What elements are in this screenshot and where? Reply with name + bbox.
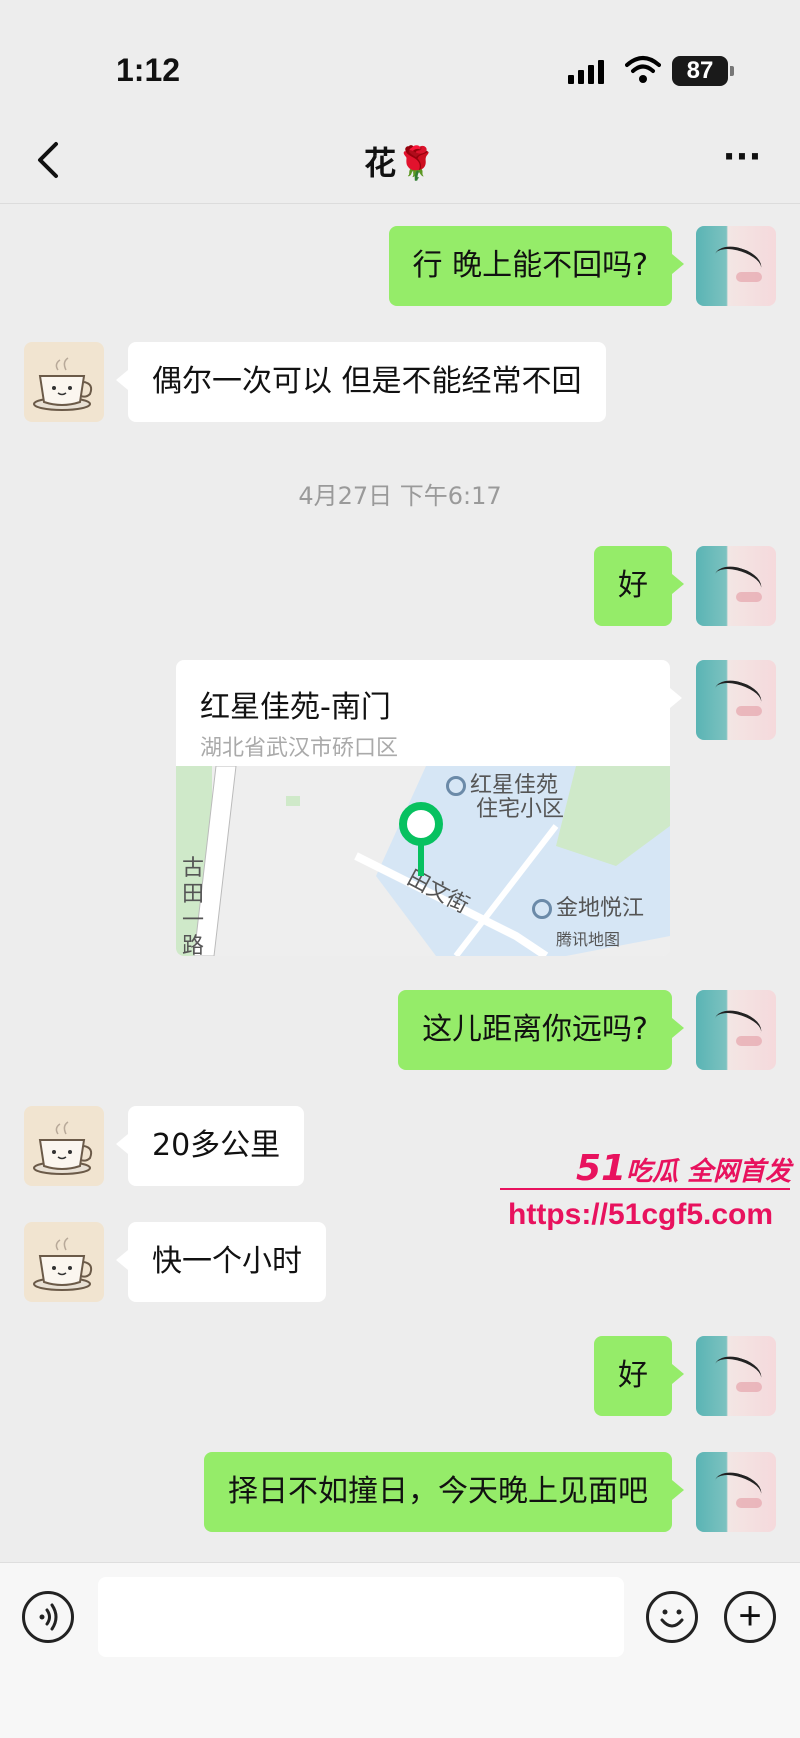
status-time: 1:12 xyxy=(116,52,181,88)
voice-waves-icon xyxy=(39,1603,58,1631)
watermark-divider xyxy=(500,1188,790,1190)
map-poi2-label: 金地悦江 xyxy=(532,890,644,922)
contact-avatar[interactable] xyxy=(24,1106,104,1186)
voice-icon[interactable] xyxy=(22,1591,74,1643)
battery-indicator: 87 xyxy=(672,56,734,86)
status-bar: 1:12 87 xyxy=(0,0,800,120)
message-bubble[interactable]: 偶尔一次可以 但是不能经常不回 xyxy=(116,342,606,422)
chat-header: 花🌹 ··· xyxy=(0,120,800,204)
message-bubble[interactable]: 这儿距离你远吗? xyxy=(398,990,684,1070)
watermark-tagline: 吃瓜 全网首发 xyxy=(626,1157,792,1187)
location-title: 红星佳苑-南门 xyxy=(200,690,391,725)
my-avatar[interactable] xyxy=(696,1452,776,1532)
smiley-face-icon xyxy=(660,1609,684,1628)
message-row: 快一个小时 xyxy=(0,1222,800,1304)
teacup-icon xyxy=(33,1121,93,1175)
emoji-icon[interactable] xyxy=(646,1591,698,1643)
plus-icon[interactable]: + xyxy=(724,1591,776,1643)
wifi-icon xyxy=(625,56,661,83)
message-row: 这儿距离你远吗? xyxy=(0,990,800,1072)
map-pin-icon xyxy=(399,802,443,876)
more-dots-icon[interactable]: ··· xyxy=(720,140,764,174)
message-row: 好 xyxy=(0,546,800,628)
message-row: 择日不如撞日，今天晚上见面吧 xyxy=(0,1452,800,1534)
my-avatar[interactable] xyxy=(696,546,776,626)
watermark-brand: 51吃瓜 全网首发 xyxy=(576,1148,791,1189)
poi-icon xyxy=(446,776,466,796)
map-preview[interactable]: 红星佳苑 住宅小区 田文街 古田一路 金地悦江 腾讯地图 xyxy=(176,766,670,956)
my-avatar[interactable] xyxy=(696,990,776,1070)
message-bubble[interactable]: 快一个小时 xyxy=(116,1222,326,1302)
chat-title: 花🌹 xyxy=(364,144,436,182)
message-bubble[interactable]: 20多公里 xyxy=(115,1106,305,1186)
my-avatar[interactable] xyxy=(696,660,776,740)
input-bar: + xyxy=(0,1562,800,1738)
contact-avatar[interactable] xyxy=(24,342,104,422)
my-avatar[interactable] xyxy=(696,226,776,306)
cellular-signal-icon xyxy=(568,60,612,84)
contact-avatar[interactable] xyxy=(24,1222,104,1302)
message-bubble[interactable]: 择日不如撞日，今天晚上见面吧 xyxy=(204,1452,684,1532)
teacup-icon xyxy=(33,1237,93,1291)
message-bubble[interactable]: 行 晚上能不回吗? xyxy=(388,226,685,306)
message-bubble[interactable]: 好 xyxy=(594,546,684,626)
message-bubble[interactable]: 好 xyxy=(594,1336,684,1416)
map-provider-label: 腾讯地图 xyxy=(556,930,621,949)
message-row: 行 晚上能不回吗? xyxy=(0,226,800,308)
teacup-icon xyxy=(33,357,93,411)
location-card-tail xyxy=(670,688,682,708)
timestamp: 4月27日 下午6:17 xyxy=(298,482,502,510)
map-poi-label: 红星佳苑 住宅小区 xyxy=(446,774,564,822)
watermark-brand-number: 51 xyxy=(576,1148,627,1189)
location-address: 湖北省武汉市硚口区 xyxy=(200,736,399,761)
poi-name-line1: 红星佳苑 xyxy=(470,773,559,798)
message-input[interactable] xyxy=(98,1577,624,1657)
poi2-name: 金地悦江 xyxy=(556,896,645,921)
message-row: 好 xyxy=(0,1336,800,1418)
location-card[interactable]: 红星佳苑-南门 湖北省武汉市硚口区 红星佳苑 住宅小区 田文街 古田一路 金地悦江… xyxy=(176,660,670,956)
poi-icon xyxy=(532,899,552,919)
map-road-label: 古田一路 xyxy=(182,856,205,956)
message-row: 偶尔一次可以 但是不能经常不回 xyxy=(0,342,800,424)
my-avatar[interactable] xyxy=(696,1336,776,1416)
watermark-url: https://51cgf5.com xyxy=(508,1198,774,1231)
poi-name-line2: 住宅小区 xyxy=(476,797,565,822)
